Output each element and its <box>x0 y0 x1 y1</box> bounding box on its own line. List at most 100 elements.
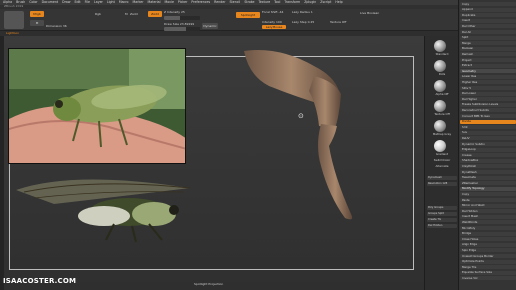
panel-item-shadowbox[interactable]: ShadowBox <box>460 158 516 163</box>
panel-item-del-hidden[interactable]: Del Hidden <box>460 209 516 214</box>
panel-item-insert[interactable]: Insert <box>460 18 516 23</box>
panel-item-freeze-subdivision-levels[interactable]: Freeze SubDivision Levels <box>460 102 516 107</box>
panel-item-crease[interactable]: Crease <box>460 153 516 158</box>
spotlight-button[interactable]: SpotLight <box>236 12 260 18</box>
panel-item-paste[interactable]: Paste <box>460 198 516 202</box>
panel-item-equalize-surface-size[interactable]: Equalize Surface Size <box>460 270 516 275</box>
menu-item-file[interactable]: File <box>85 0 90 4</box>
menu-item-texture[interactable]: Texture <box>258 0 270 4</box>
switch-color-label[interactable]: SwitchColor <box>427 159 457 162</box>
del-hidden-button[interactable]: Del Hidden <box>427 224 457 228</box>
panel-item-zremesher[interactable]: ZRemesher <box>460 181 516 186</box>
texture-preview-icon[interactable] <box>434 100 446 112</box>
panel-item-optimize-points[interactable]: Optimize Points <box>460 259 516 264</box>
panel-item-reuv[interactable]: ReUV <box>460 136 516 141</box>
lazy-radius-label[interactable]: Lazy Radius 1 <box>292 11 313 14</box>
create-tg-button[interactable]: Create TG <box>427 218 457 222</box>
lazy-mouse-button[interactable]: LazyMouse <box>262 25 286 29</box>
panel-item-copy[interactable]: Copy <box>460 2 516 6</box>
panel-item-append[interactable]: Append <box>460 7 516 12</box>
panel-item-micropoly[interactable]: MicroPoly <box>460 226 516 230</box>
panel-item-extract[interactable]: Extract <box>460 63 516 68</box>
menu-item-layer[interactable]: Layer <box>94 0 103 4</box>
panel-item-modify-topology[interactable]: Modify Topology <box>460 186 516 191</box>
texture-off-label[interactable]: Texture Off <box>330 21 346 24</box>
panel-item-merge-tris[interactable]: Merge Tris <box>460 265 516 270</box>
menu-item-help[interactable]: Help <box>335 0 342 4</box>
panel-item-edgeloop[interactable]: EdgeLoop <box>460 147 516 152</box>
menu-item-marker[interactable]: Marker <box>133 0 144 4</box>
brush-preview-icon[interactable] <box>434 40 446 52</box>
m-button[interactable]: M <box>30 20 44 26</box>
brush-thumbnail[interactable] <box>4 11 24 29</box>
panel-item-insert-mesh[interactable]: Insert Mesh <box>460 214 516 219</box>
menu-item-light[interactable]: Light <box>107 0 115 4</box>
groups-split-button[interactable]: Groups Split <box>427 212 457 216</box>
dynamic-button[interactable]: Dynamic <box>202 23 218 29</box>
lightbox-label[interactable]: Lightbox <box>6 32 19 35</box>
poly-groups-button[interactable]: Poly Groups <box>427 206 457 210</box>
panel-item-copy[interactable]: Copy <box>460 192 516 197</box>
panel-item-duplicate[interactable]: Duplicate <box>460 13 516 18</box>
color-swatch-icon[interactable] <box>434 140 446 152</box>
panel-item-bridge[interactable]: Bridge <box>460 231 516 236</box>
z-intensity-label[interactable]: Z Intensity 25 <box>164 11 185 14</box>
panel-item-del-lower[interactable]: Del Lower <box>460 91 516 96</box>
panel-item-tessimate[interactable]: Tessimate <box>460 175 516 180</box>
menu-item-render[interactable]: Render <box>214 0 225 4</box>
menu-item-stroke[interactable]: Stroke <box>244 0 254 4</box>
panel-item-reconstruct-subdiv[interactable]: Reconstruct Subdiv <box>460 108 516 113</box>
panel-item-del-higher[interactable]: Del Higher <box>460 97 516 102</box>
menu-item-stencil[interactable]: Stencil <box>230 0 241 4</box>
live-boolean-label[interactable]: Live Boolean <box>360 12 379 15</box>
resolution-slider[interactable]: Resolution 128 <box>427 182 457 186</box>
menu-item-zplugin[interactable]: Zplugin <box>304 0 316 4</box>
alpha-preview-icon[interactable] <box>434 80 446 92</box>
menu-item-movie[interactable]: Movie <box>164 0 173 4</box>
panel-item-spin-edge[interactable]: Spin Edge <box>460 248 516 253</box>
menu-item-draw[interactable]: Draw <box>62 0 70 4</box>
mrgb-button[interactable]: Mrgb <box>30 11 44 17</box>
focal-shift-label[interactable]: Focal Shift -44 <box>262 11 283 14</box>
sculpt-mesh[interactable] <box>239 46 369 226</box>
menu-item-preferences[interactable]: Preferences <box>191 0 210 4</box>
zadd-button[interactable]: ZAdd <box>148 11 162 17</box>
alternate-label[interactable]: Alternate <box>427 165 457 168</box>
menu-item-material[interactable]: Material <box>148 0 161 4</box>
menu-item-tool[interactable]: Tool <box>274 0 280 4</box>
stroke-preview-icon[interactable] <box>434 60 446 72</box>
viewport-canvas[interactable]: Spotlight Projection <box>4 36 424 290</box>
menu-item-document[interactable]: Document <box>42 0 59 4</box>
panel-item-mirror-and-weld[interactable]: Mirror And Weld <box>460 203 516 208</box>
panel-item-geometry[interactable]: Geometry <box>460 69 516 74</box>
panel-item-project[interactable]: Project <box>460 58 516 62</box>
panel-item-convert-bpr-to-geo[interactable]: Convert BPR To Geo <box>460 114 516 118</box>
gradient-label[interactable]: Gradient <box>427 153 457 156</box>
menu-item-zscript[interactable]: Zscript <box>320 0 331 4</box>
menu-item-color[interactable]: Color <box>29 0 37 4</box>
panel-item-unweld-groups-border[interactable]: Unweld Groups Border <box>460 254 516 258</box>
panel-item-smt[interactable]: Smt <box>460 125 516 130</box>
panel-item-del-other[interactable]: Del Other <box>460 24 516 29</box>
spotlight-projection-label[interactable]: Spotlight Projection <box>194 283 223 286</box>
panel-item-remesh[interactable]: Remesh <box>460 52 516 57</box>
material-preview-icon[interactable] <box>434 120 446 132</box>
panel-item-split[interactable]: Split <box>460 35 516 40</box>
panel-item-merge[interactable]: Merge <box>460 41 516 46</box>
panel-item-claypolish[interactable]: ClayPolish <box>460 164 516 169</box>
menu-item-transform[interactable]: Transform <box>284 0 300 4</box>
panel-item-align-edge[interactable]: Align Edge <box>460 242 516 247</box>
panel-item-dynamic-subdiv[interactable]: Dynamic Subdiv <box>460 142 516 146</box>
panel-item-higher-res[interactable]: Higher Res <box>460 80 516 85</box>
panel-item-del-all[interactable]: Del All <box>460 30 516 34</box>
panel-item-close-holes[interactable]: Close Holes <box>460 237 516 242</box>
menu-item-macro[interactable]: Macro <box>119 0 129 4</box>
panel-item-boolean[interactable]: Boolean <box>460 46 516 51</box>
z-intensity-slider[interactable] <box>164 16 200 20</box>
panel-item-weldpoints[interactable]: WeldPoints <box>460 220 516 225</box>
draw-size-label[interactable]: Draw Size 23.89199 <box>164 23 194 26</box>
menu-item-edit[interactable]: Edit <box>74 0 80 4</box>
panel-item-dynamesh[interactable]: DynaMesh <box>460 170 516 174</box>
dynamesh-button[interactable]: Dynamesh <box>427 176 457 180</box>
panel-item-sdiv-5[interactable]: SDiv 5 <box>460 86 516 90</box>
